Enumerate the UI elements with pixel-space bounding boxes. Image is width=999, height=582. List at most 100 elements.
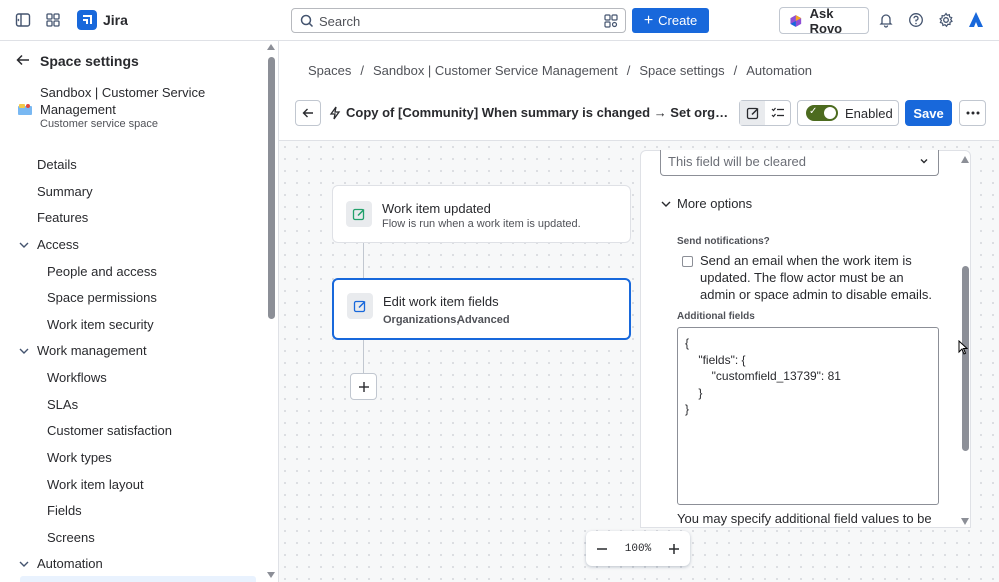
ask-rovo-button[interactable]: Ask Rovo [779,6,869,36]
scroll-up-arrow-icon[interactable] [961,156,969,163]
sidebar-item-access[interactable]: Access [37,237,79,252]
action-title: Edit work item fields [383,294,499,309]
app-name[interactable]: Jira [103,12,128,28]
breadcrumb-separator: / [360,63,364,78]
settings-gear-icon[interactable] [934,8,958,32]
field-value-dropdown[interactable]: This field will be cleared [660,150,939,176]
sidebar-item-space-permissions[interactable]: Space permissions [47,290,157,305]
more-actions-button[interactable] [959,100,986,126]
space-type: Customer service space [40,118,158,130]
sidebar-item-work-management[interactable]: Work management [37,343,147,358]
search-input[interactable]: Search [291,8,626,33]
sidebar-toggle-icon[interactable] [11,8,35,32]
send-email-checkbox[interactable] [682,256,693,267]
search-placeholder: Search [319,14,361,29]
chevron-down-icon[interactable] [17,344,31,358]
enabled-toggle[interactable]: ✓ Enabled [797,100,899,126]
edit-icon [746,107,759,120]
atlassian-logo-icon[interactable] [964,8,988,32]
list-view-button[interactable] [765,101,790,125]
sidebar-selected-item[interactable] [20,576,256,582]
app-switcher-icon[interactable] [41,8,65,32]
sidebar-item-customer-satisfaction[interactable]: Customer satisfaction [47,423,172,438]
action-fields-organizations: Organizations, [383,314,460,326]
scroll-down-arrow-icon[interactable] [267,572,275,578]
jira-logo-icon[interactable] [77,10,97,30]
sidebar-item-work-item-layout[interactable]: Work item layout [47,477,144,492]
space-settings-sidebar: Space settings Sandbox | Customer Servic… [0,41,279,582]
scroll-down-arrow-icon[interactable] [961,518,969,525]
edit-icon [353,300,366,313]
chevron-down-icon [920,159,928,164]
sidebar-item-screens[interactable]: Screens [47,530,95,545]
sidebar-item-work-types[interactable]: Work types [47,450,112,465]
zoom-controls: 100% [586,531,690,566]
sidebar-item-features[interactable]: Features [37,210,88,225]
flow-connector [363,243,364,278]
breadcrumb: Spaces / Sandbox | Customer Service Manage… [308,63,812,78]
back-button[interactable] [295,100,321,126]
zoom-level: 100% [624,542,652,555]
trigger-title: Work item updated [382,201,491,216]
top-navigation: Jira Search + Create Ask Rovo [0,0,999,41]
zoom-out-icon[interactable] [596,543,608,555]
breadcrumb-space-settings[interactable]: Space settings [639,63,724,78]
sidebar-item-automation[interactable]: Automation [37,556,103,571]
space-avatar-icon [18,104,32,115]
edit-view-button[interactable] [740,101,765,125]
chevron-down-icon [661,201,671,207]
action-card[interactable]: Edit work item fields Organizations, Adv… [332,278,631,340]
create-button[interactable]: + Create [632,8,709,33]
lightning-bolt-icon [329,106,341,119]
rovo-icon [790,14,802,27]
checklist-icon [771,107,784,118]
rule-title[interactable]: Copy of [Community] When summary is chan… [329,105,729,120]
save-button[interactable]: Save [905,100,952,126]
edit-icon [352,208,365,221]
sidebar-item-people-and-access[interactable]: People and access [47,264,157,279]
sidebar-item-details[interactable]: Details [37,157,77,172]
breadcrumb-automation[interactable]: Automation [746,63,812,78]
sidebar-item-work-item-security[interactable]: Work item security [47,317,154,332]
sidebar-item-summary[interactable]: Summary [37,184,93,199]
trigger-icon-box [346,201,372,227]
space-name[interactable]: Sandbox | Customer Service Management [40,84,240,118]
plus-icon [358,381,369,392]
send-email-text[interactable]: Send an email when the work item is upda… [700,252,940,303]
help-icon[interactable] [904,8,928,32]
breadcrumb-space[interactable]: Sandbox | Customer Service Management [373,63,618,78]
sidebar-scrollbar[interactable] [268,57,275,319]
back-arrow-icon[interactable] [16,53,30,67]
toggle-switch[interactable]: ✓ [806,105,838,121]
flow-connector [363,340,364,373]
panel-scrollbar[interactable] [962,266,969,451]
chevron-down-icon[interactable] [17,557,31,571]
trigger-card[interactable]: Work item updated Flow is run when a wor… [332,185,631,243]
sidebar-title: Space settings [40,53,139,69]
rule-title-text: Copy of [Community] When summary is chan… [346,105,729,120]
scan-icon[interactable] [604,14,618,28]
send-notifications-label: Send notifications? [677,236,770,247]
breadcrumb-separator: / [626,63,631,78]
add-component-button[interactable] [350,373,377,400]
notifications-bell-icon[interactable] [874,8,898,32]
more-options-toggle[interactable]: More options [660,196,752,211]
back-arrow-icon [302,108,313,118]
plus-icon: + [643,11,654,29]
action-fields-advanced: Advanced [457,314,510,326]
view-mode-toggle [739,100,791,126]
breadcrumb-separator: / [733,63,738,78]
sidebar-item-fields[interactable]: Fields [47,503,82,518]
additional-fields-label: Additional fields [677,311,755,322]
chevron-down-icon[interactable] [17,238,31,252]
additional-fields-textarea[interactable]: { "fields": { "customfield_13739": 81 } … [677,327,939,505]
scroll-up-arrow-icon[interactable] [267,44,275,50]
search-icon [300,14,314,28]
sidebar-item-slas[interactable]: SLAs [47,397,78,412]
additional-fields-help: You may specify additional field values … [677,511,932,526]
check-icon: ✓ [809,106,818,117]
create-button-label: Create [658,13,698,28]
zoom-in-icon[interactable] [668,543,680,555]
sidebar-item-workflows[interactable]: Workflows [47,370,107,385]
breadcrumb-spaces[interactable]: Spaces [308,63,351,78]
